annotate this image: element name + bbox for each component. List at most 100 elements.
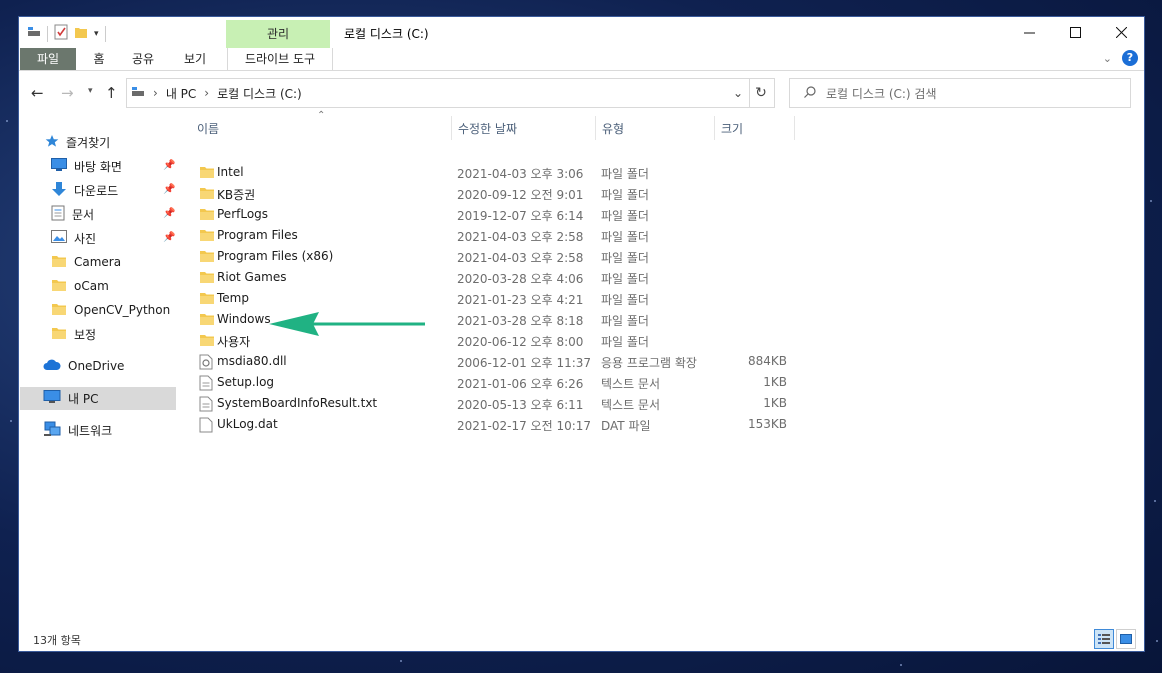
file-name: Program Files	[217, 228, 298, 242]
nav-this-pc[interactable]: 내 PC	[43, 387, 98, 409]
nav-item-label: 바탕 화면	[74, 159, 122, 174]
file-row[interactable]: Program Files 2021-04-03 오후 2:58 파일 폴더	[195, 225, 795, 246]
text-file-icon	[199, 375, 213, 394]
new-folder-icon[interactable]	[74, 25, 88, 42]
text-file-icon	[199, 396, 213, 415]
forward-arrow-icon[interactable]: →	[61, 84, 74, 102]
close-button[interactable]	[1098, 17, 1144, 48]
nav-item-documents[interactable]: 문서	[51, 203, 94, 225]
nav-item-desktop[interactable]: 바탕 화면	[51, 155, 122, 177]
breadcrumb-local-disk[interactable]: 로컬 디스크 (C:)	[217, 85, 302, 102]
nav-item-opencv-python[interactable]: OpenCV_Python	[51, 299, 170, 321]
file-row[interactable]: PerfLogs 2019-12-07 오후 6:14 파일 폴더	[195, 204, 795, 225]
tab-drive-tools[interactable]: 드라이브 도구	[227, 48, 333, 70]
customize-dropdown-icon[interactable]: ▾	[94, 29, 99, 39]
file-size: 153KB	[747, 417, 787, 431]
drive-icon[interactable]	[27, 26, 41, 41]
up-arrow-icon[interactable]: ↑	[105, 84, 118, 102]
nav-item-bojeong[interactable]: 보정	[51, 323, 96, 345]
folder-icon	[199, 312, 215, 329]
nav-item-downloads[interactable]: 다운로드	[51, 179, 118, 201]
nav-item-ocam[interactable]: oCam	[51, 275, 109, 297]
column-header-name[interactable]: 이름	[197, 118, 447, 140]
file-row[interactable]: UkLog.dat 2021-02-17 오전 10:17 DAT 파일 153KB	[195, 414, 795, 435]
caption-buttons	[1006, 17, 1144, 48]
nav-item-pictures[interactable]: 사진	[51, 227, 96, 249]
file-size: 884KB	[747, 354, 787, 368]
dll-file-icon	[199, 354, 213, 373]
nav-item-label: 다운로드	[74, 183, 119, 198]
properties-icon[interactable]	[54, 24, 68, 43]
back-arrow-icon[interactable]: ←	[31, 84, 44, 102]
folder-icon	[199, 291, 215, 308]
file-type: 파일 폴더	[601, 209, 649, 223]
file-date: 2006-12-01 오후 11:37	[457, 356, 592, 370]
file-row[interactable]: KB증권 2020-09-12 오전 9:01 파일 폴더	[195, 183, 795, 204]
ribbon-tabs: 파일 홈 공유 보기 드라이브 도구 ⌄ ?	[19, 48, 1144, 71]
file-date: 2021-01-23 오후 4:21	[457, 293, 584, 307]
refresh-button[interactable]: ↻	[748, 78, 775, 108]
toolbar-divider	[104, 25, 106, 42]
file-row[interactable]: msdia80.dll 2006-12-01 오후 11:37 응용 프로그램 확장…	[195, 351, 795, 372]
column-header-date[interactable]: 수정한 날짜	[458, 118, 588, 140]
file-name: Program Files (x86)	[217, 249, 334, 263]
nav-network[interactable]: 네트워크	[43, 419, 112, 441]
folder-icon	[51, 302, 67, 319]
file-date: 2021-01-06 오후 6:26	[457, 377, 584, 391]
file-row[interactable]: SystemBoardInfoResult.txt 2020-05-13 오후 6…	[195, 393, 795, 414]
file-name: msdia80.dll	[217, 354, 287, 368]
column-divider[interactable]	[595, 116, 596, 140]
file-date: 2021-03-28 오후 8:18	[457, 314, 584, 328]
file-row[interactable]: Setup.log 2021-01-06 오후 6:26 텍스트 문서 1KB	[195, 372, 795, 393]
address-bar[interactable]: › 내 PC › 로컬 디스크 (C:) ⌄	[126, 78, 750, 108]
expand-ribbon-icon[interactable]: ⌄	[1103, 52, 1112, 65]
large-icons-view-button[interactable]	[1116, 629, 1136, 649]
breadcrumb-chevron-icon[interactable]: ›	[153, 86, 158, 100]
tab-home[interactable]: 홈	[85, 48, 113, 70]
nav-item-label: 사진	[74, 231, 97, 246]
pin-icon[interactable]: 📌	[163, 208, 175, 219]
help-icon[interactable]: ?	[1122, 50, 1138, 66]
file-type: 파일 폴더	[601, 251, 649, 265]
file-name: KB증권	[217, 188, 256, 202]
file-row[interactable]: Program Files (x86) 2021-04-03 오후 2:58 파일 …	[195, 246, 795, 267]
pin-icon[interactable]: 📌	[163, 232, 175, 243]
breadcrumb-this-pc[interactable]: 내 PC	[166, 85, 196, 102]
pin-icon[interactable]: 📌	[163, 184, 175, 195]
file-type: 파일 폴더	[601, 230, 649, 244]
folder-icon	[199, 165, 215, 182]
folder-icon	[199, 249, 215, 266]
column-divider[interactable]	[451, 116, 452, 140]
column-divider[interactable]	[794, 116, 795, 140]
address-dropdown-icon[interactable]: ⌄	[733, 86, 743, 100]
tab-share[interactable]: 공유	[125, 48, 161, 70]
file-size: 1KB	[763, 396, 787, 410]
recent-locations-icon[interactable]: ▾	[88, 86, 93, 96]
file-type: DAT 파일	[601, 419, 651, 433]
maximize-button[interactable]	[1052, 17, 1098, 48]
nav-item-label: OpenCV_Python	[74, 303, 171, 317]
nav-onedrive[interactable]: OneDrive	[43, 355, 124, 377]
column-header-type[interactable]: 유형	[602, 118, 712, 140]
tab-file[interactable]: 파일	[20, 48, 76, 70]
nav-onedrive-label: OneDrive	[68, 359, 125, 373]
nav-quick-access[interactable]: 즐겨찾기	[45, 131, 110, 153]
nav-item-label: Camera	[74, 255, 122, 269]
file-type: 텍스트 문서	[601, 377, 661, 391]
file-row[interactable]: Intel 2021-04-03 오후 3:06 파일 폴더	[195, 162, 795, 183]
column-divider[interactable]	[714, 116, 715, 140]
manage-tab[interactable]: 관리	[226, 20, 330, 48]
file-row[interactable]: Riot Games 2020-03-28 오후 4:06 파일 폴더	[195, 267, 795, 288]
details-view-button[interactable]	[1094, 629, 1114, 649]
picture-icon	[51, 229, 67, 247]
search-input[interactable]: 로컬 디스크 (C:) 검색	[789, 78, 1131, 108]
nav-network-label: 네트워크	[68, 423, 113, 438]
minimize-button[interactable]	[1006, 17, 1052, 48]
tab-view[interactable]: 보기	[177, 48, 213, 70]
column-header-size[interactable]: 크기	[721, 118, 791, 140]
breadcrumb-chevron-icon[interactable]: ›	[204, 86, 209, 100]
nav-item-camera[interactable]: Camera	[51, 251, 121, 273]
pin-icon[interactable]: 📌	[163, 160, 175, 171]
window-title: 로컬 디스크 (C:)	[344, 27, 429, 41]
file-row[interactable]: Temp 2021-01-23 오후 4:21 파일 폴더	[195, 288, 795, 309]
